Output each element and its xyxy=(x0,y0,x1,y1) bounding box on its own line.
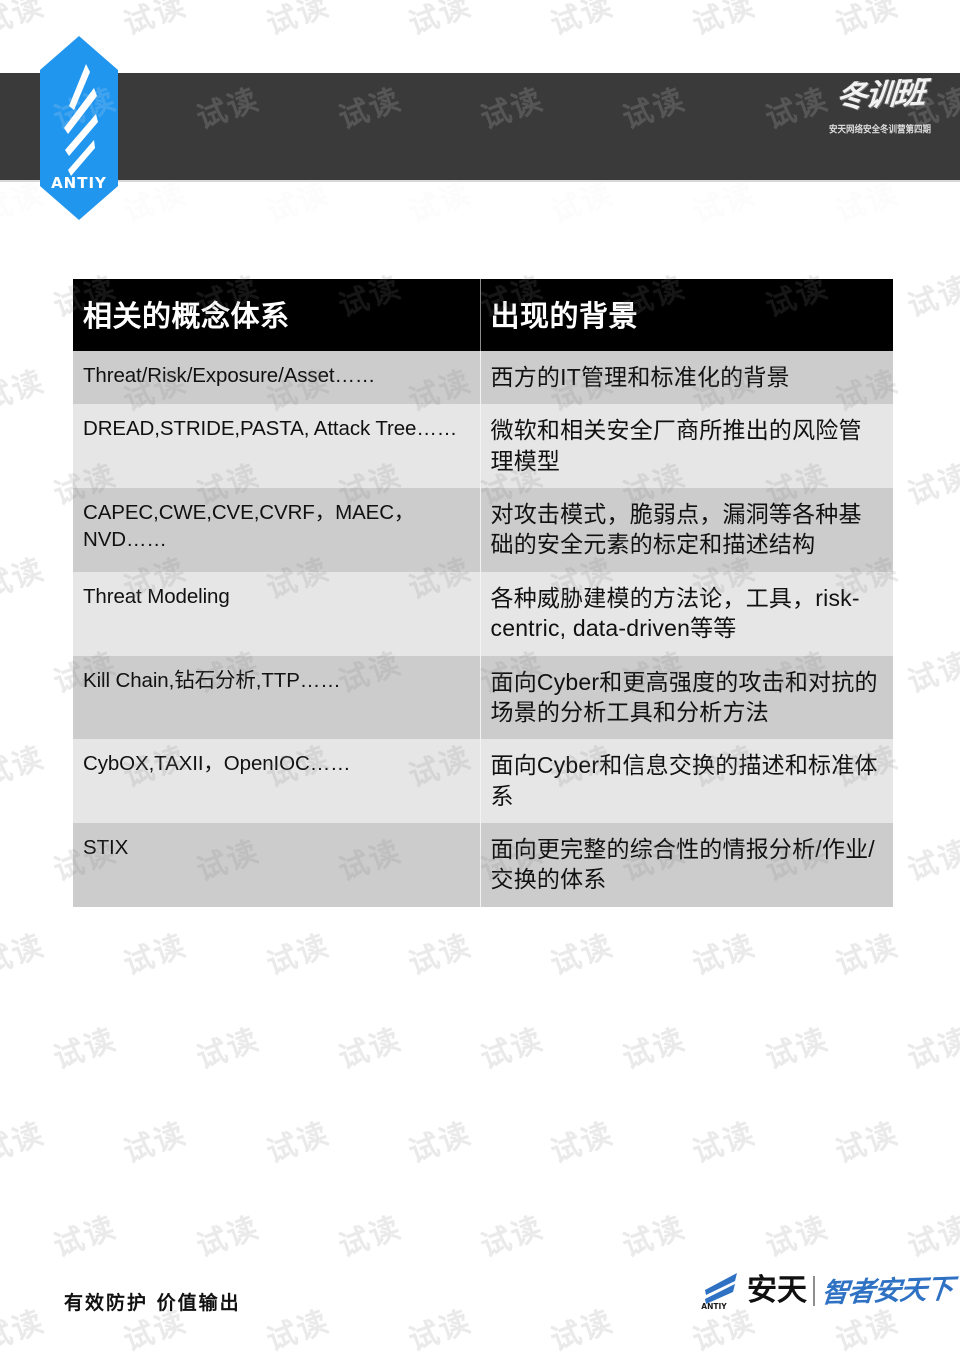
watermark-text: 试读 xyxy=(261,1115,334,1171)
watermark-text: 试读 xyxy=(546,927,619,983)
watermark-text: 试读 xyxy=(191,1209,264,1265)
watermark-text: 试读 xyxy=(403,1115,477,1171)
watermark-text: 试读 xyxy=(119,927,192,983)
cell-concept: Kill Chain,钻石分析,TTP…… xyxy=(73,655,480,740)
svg-text:ANTIY: ANTIY xyxy=(51,174,107,192)
watermark-text: 试读 xyxy=(49,1209,122,1265)
table-row: DREAD,STRIDE,PASTA, Attack Tree…… 微软和相关安… xyxy=(73,404,893,489)
watermark-text: 试读 xyxy=(261,0,334,43)
cell-context: 面向更完整的综合性的情报分析/作业/交换的体系 xyxy=(479,822,893,907)
cell-concept: DREAD,STRIDE,PASTA, Attack Tree…… xyxy=(73,404,480,489)
watermark-text: 试读 xyxy=(903,645,960,701)
table-row: STIX 面向更完整的综合性的情报分析/作业/交换的体系 xyxy=(73,822,893,907)
watermark-text: 试读 xyxy=(0,1115,50,1171)
cell-concept: CAPEC,CWE,CVE,CVRF，MAEC，NVD…… xyxy=(73,488,480,572)
watermark-text: 试读 xyxy=(903,1021,960,1077)
header-band-underline xyxy=(0,180,960,182)
table-row: Kill Chain,钻石分析,TTP…… 面向Cyber和更高强度的攻击和对抗… xyxy=(73,655,893,740)
watermark-text: 试读 xyxy=(546,1303,619,1359)
watermark-text: 试读 xyxy=(546,0,619,43)
antiy-logo-icon: ANTIY xyxy=(40,36,118,220)
footer-antiy-logo: ANTIY 安天 智者安天下 xyxy=(699,1262,954,1320)
watermark-text: 试读 xyxy=(49,1021,122,1077)
cell-concept: Threat/Risk/Exposure/Asset…… xyxy=(73,351,480,405)
watermark-text: 试读 xyxy=(760,1209,833,1265)
watermark-text: 试读 xyxy=(546,1115,619,1171)
event-title-subtitle: 安天网络安全冬训营第四期 xyxy=(828,124,931,136)
svg-text:ANTIY: ANTIY xyxy=(701,1302,727,1310)
watermark-text: 试读 xyxy=(476,1209,549,1265)
cell-concept: STIX xyxy=(73,822,480,907)
watermark-text: 试读 xyxy=(688,927,761,983)
cell-context: 对攻击模式，脆弱点，漏洞等各种基础的安全元素的标定和描述结构 xyxy=(479,488,893,572)
watermark-text: 试读 xyxy=(0,551,50,607)
watermark-text: 试读 xyxy=(618,1021,691,1077)
footer-logo-divider xyxy=(813,1276,815,1306)
watermark-text: 试读 xyxy=(760,1021,833,1077)
footer-logo-tagline: 智者安天下 xyxy=(820,1273,954,1309)
watermark-text: 试读 xyxy=(830,1115,903,1171)
watermark-text: 试读 xyxy=(903,269,960,325)
watermark-text: 试读 xyxy=(618,1209,691,1265)
table-row: CAPEC,CWE,CVE,CVRF，MAEC，NVD…… 对攻击模式，脆弱点，… xyxy=(73,488,893,572)
antiy-wing-icon: ANTIY xyxy=(699,1268,743,1315)
antiy-logo: ANTIY xyxy=(38,36,120,220)
watermark-text: 试读 xyxy=(0,739,50,795)
watermark-text: 试读 xyxy=(261,927,334,983)
cell-context: 面向Cyber和信息交换的描述和标准体系 xyxy=(479,739,893,823)
watermark-text: 试读 xyxy=(403,0,477,43)
watermark-text: 试读 xyxy=(333,1209,407,1265)
watermark-text: 试读 xyxy=(119,1115,192,1171)
watermark-text: 试读 xyxy=(333,1021,407,1077)
event-title: 冬训班 安天网络安全冬训营第四期 xyxy=(816,76,944,176)
watermark-text: 试读 xyxy=(261,1303,334,1359)
table-row: Threat Modeling 各种威胁建模的方法论，工具，risk-centr… xyxy=(73,571,893,656)
cell-context: 西方的IT管理和标准化的背景 xyxy=(479,351,893,405)
watermark-text: 试读 xyxy=(688,0,761,43)
watermark-text: 试读 xyxy=(903,1209,960,1265)
table-header-row: 相关的概念体系 出现的背景 xyxy=(73,279,893,351)
watermark-text: 试读 xyxy=(119,0,192,43)
watermark-text: 试读 xyxy=(0,1303,50,1359)
event-title-main: 冬训班 xyxy=(835,76,926,115)
footer-logo-name: 安天 xyxy=(747,1273,807,1308)
watermark-text: 试读 xyxy=(688,1115,761,1171)
cell-context: 面向Cyber和更高强度的攻击和对抗的场景的分析工具和分析方法 xyxy=(479,655,893,740)
cell-context: 各种威胁建模的方法论，工具，risk-centric, data-driven等… xyxy=(479,571,893,656)
watermark-text: 试读 xyxy=(830,927,903,983)
footer-slogan: 有效防护 价值输出 xyxy=(64,1292,241,1314)
watermark-text: 试读 xyxy=(403,927,477,983)
watermark-text: 试读 xyxy=(903,457,960,513)
watermark-text: 试读 xyxy=(903,833,960,889)
table-header-concept: 相关的概念体系 xyxy=(73,279,480,351)
cell-context: 微软和相关安全厂商所推出的风险管理模型 xyxy=(479,404,893,489)
table-row: Threat/Risk/Exposure/Asset…… 西方的IT管理和标准化… xyxy=(73,351,893,405)
watermark-text: 试读 xyxy=(476,1021,549,1077)
watermark-text: 试读 xyxy=(830,0,903,43)
table-row: CybOX,TAXII，OpenIOC…… 面向Cyber和信息交换的描述和标准… xyxy=(73,739,893,823)
watermark-text: 试读 xyxy=(0,363,50,419)
table-header-context: 出现的背景 xyxy=(479,279,893,351)
watermark-text: 试读 xyxy=(403,1303,477,1359)
watermark-text: 试读 xyxy=(191,1021,264,1077)
watermark-text: 试读 xyxy=(0,927,50,983)
concept-system-table: 相关的概念体系 出现的背景 Threat/Risk/Exposure/Asset… xyxy=(73,279,893,907)
cell-concept: CybOX,TAXII，OpenIOC…… xyxy=(73,739,480,823)
cell-concept: Threat Modeling xyxy=(73,571,480,656)
